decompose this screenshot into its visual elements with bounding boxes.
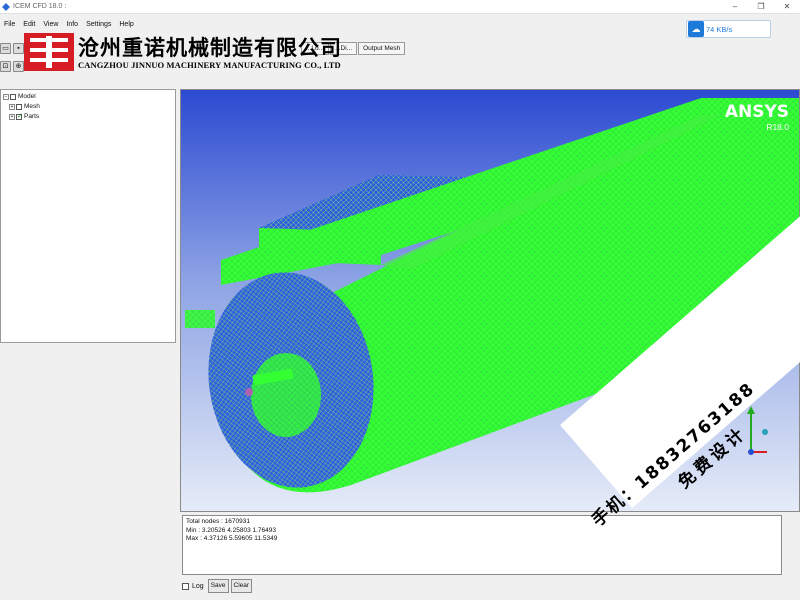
menu-bar: File Edit View Info Settings Help (0, 18, 138, 30)
fit-view-icon[interactable]: ⊡ (0, 60, 11, 72)
menu-edit[interactable]: Edit (19, 21, 39, 28)
menu-file[interactable]: File (0, 21, 19, 28)
company-name-en: CANGZHOU JINNUO MACHINERY MANUFACTURING … (78, 60, 341, 70)
icem-cfd-window: ICEM CFD 18.0 : – ❐ ✕ File Edit View Inf… (0, 0, 800, 600)
ansys-version: R18.0 (766, 122, 789, 132)
tree-label-mesh: Mesh (24, 103, 40, 110)
console-line: Total nodes : 1670931 (186, 518, 250, 525)
menu-help[interactable]: Help (115, 21, 137, 28)
tree-label-model: Model (18, 93, 36, 100)
expand-icon[interactable]: + (9, 103, 15, 110)
network-speed: 74 KB/s (706, 24, 733, 34)
tree-item-model[interactable]: − Model (3, 93, 36, 100)
company-logo-mark (24, 33, 74, 71)
menu-settings[interactable]: Settings (82, 21, 115, 28)
window-controls: – ❐ ✕ (722, 0, 800, 14)
tree-item-parts[interactable]: + Parts (9, 112, 40, 120)
expand-icon[interactable]: + (9, 113, 15, 120)
ansys-logo: ANSYS R18.0 (725, 102, 789, 132)
collapse-icon[interactable]: − (3, 93, 9, 100)
save-button[interactable]: Save (207, 579, 229, 593)
checked-checkbox-icon[interactable] (16, 112, 23, 120)
minimize-button[interactable]: – (722, 0, 748, 14)
company-name-cn: 沧州重诺机械制造有限公司 (78, 36, 342, 60)
checkbox-icon[interactable] (16, 103, 22, 110)
window-title: ICEM CFD 18.0 : (13, 3, 67, 10)
log-checkbox[interactable] (182, 582, 189, 590)
menu-view[interactable]: View (39, 21, 62, 28)
data-entry-panel (0, 345, 176, 600)
message-console: Total nodes : 1670931 Min : 3.20526 4.25… (180, 515, 800, 600)
cloud-icon: ☁ (688, 21, 704, 37)
network-speed-widget[interactable]: ☁ 74 KB/s (686, 20, 771, 38)
tab-output-mesh[interactable]: Output Mesh (358, 41, 406, 55)
tree-item-mesh[interactable]: + Mesh (9, 103, 40, 110)
app-icon (2, 2, 10, 11)
clear-button[interactable]: Clear (230, 579, 253, 593)
console-controls: Log Save Clear (182, 579, 254, 593)
checkbox-icon[interactable] (10, 93, 16, 100)
open-folder-icon[interactable]: ▭ (0, 42, 11, 54)
model-tree-panel: − Model + Mesh + Parts (0, 89, 176, 343)
close-button[interactable]: ✕ (774, 0, 800, 14)
tree-label-parts: Parts (24, 113, 40, 120)
console-output: Total nodes : 1670931 Min : 3.20526 4.25… (182, 515, 782, 575)
menu-info[interactable]: Info (62, 21, 82, 28)
log-label: Log (192, 582, 204, 590)
ansys-brand: ANSYS (724, 102, 789, 122)
maximize-button[interactable]: ❐ (748, 0, 774, 14)
title-bar: ICEM CFD 18.0 : – ❐ ✕ (0, 0, 800, 14)
console-line: Max : 4.37126 5.59605 11.5349 (186, 535, 278, 542)
console-line: Min : 3.20526 4.25803 1.76493 (186, 526, 276, 534)
